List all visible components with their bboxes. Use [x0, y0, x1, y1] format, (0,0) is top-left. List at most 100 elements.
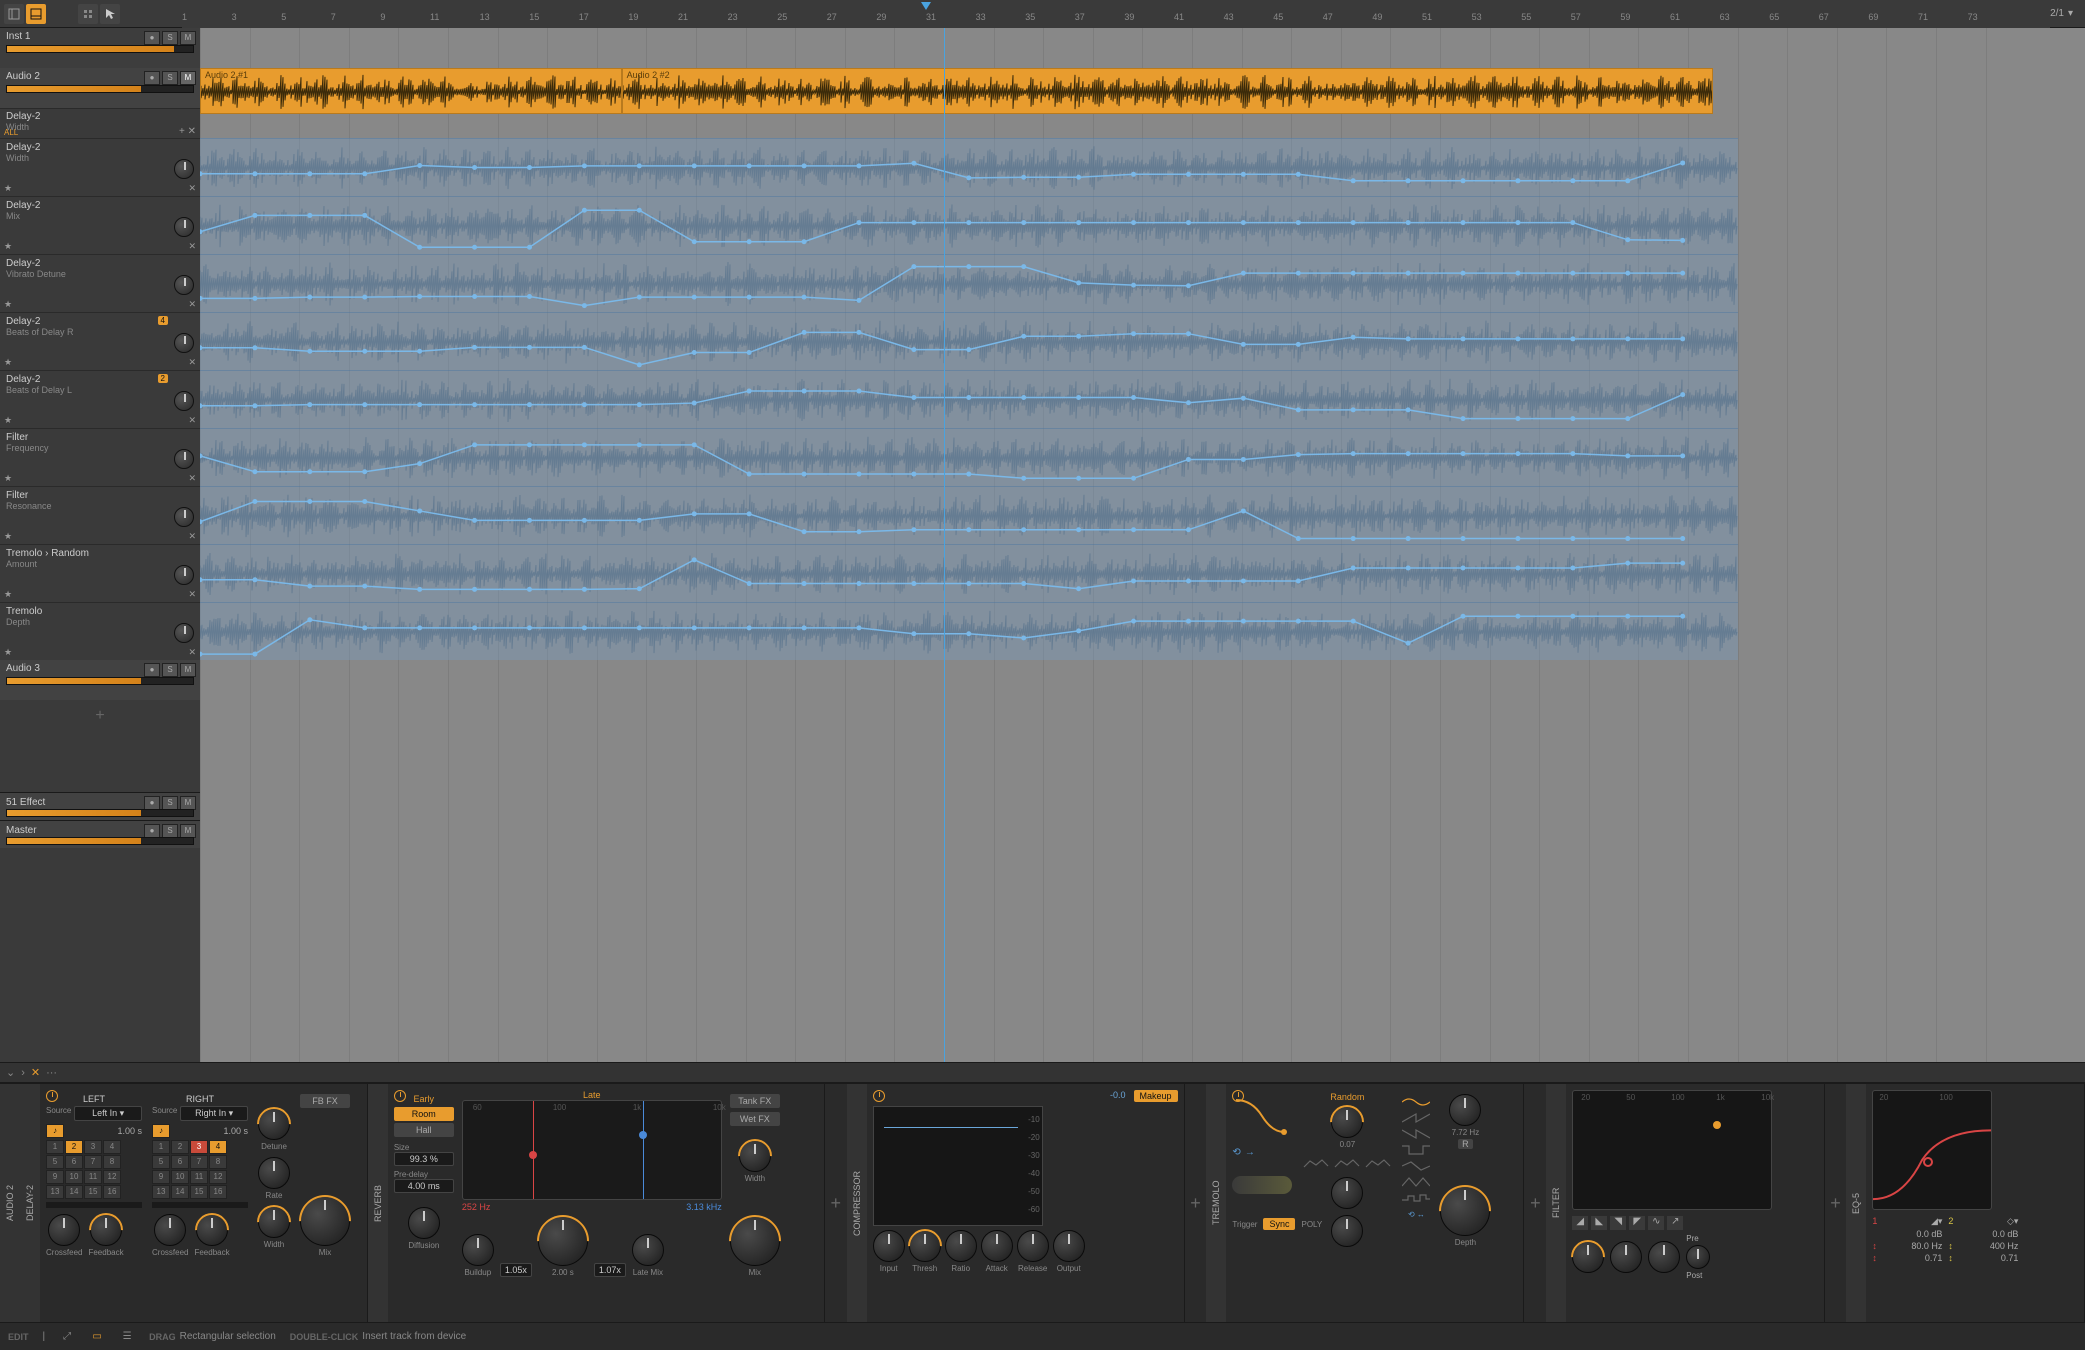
delay-step[interactable]: 2 — [65, 1140, 83, 1154]
delay-mix-knob[interactable] — [300, 1196, 350, 1246]
delay-step[interactable]: 8 — [209, 1155, 227, 1169]
detune-knob[interactable] — [258, 1108, 290, 1140]
reverb-lo-handle[interactable] — [529, 1151, 537, 1159]
delay-step[interactable]: 4 — [209, 1140, 227, 1154]
mute-button[interactable]: M — [180, 71, 196, 85]
automation-lane[interactable] — [200, 254, 1738, 312]
lane-knob[interactable] — [174, 217, 194, 237]
reverb-graph[interactable]: 601001k10k — [462, 1100, 722, 1200]
track-header[interactable]: Audio 2●SM — [0, 68, 200, 108]
track-volume-slider[interactable] — [6, 677, 194, 685]
automation-lane[interactable] — [200, 312, 1738, 370]
delay-step[interactable]: 5 — [152, 1155, 170, 1169]
automation-lane-header[interactable]: Delay-2Vibrato Detune★✕ — [0, 254, 200, 312]
filter-res-knob[interactable] — [1610, 1241, 1642, 1273]
reverb-mix-knob[interactable] — [730, 1216, 780, 1266]
lane-knob[interactable] — [174, 333, 194, 353]
random-mode-icon[interactable] — [1302, 1157, 1330, 1169]
mute-button[interactable]: M — [180, 796, 196, 810]
lane-star-icon[interactable]: ★ — [4, 299, 12, 310]
tremolo-rate-knob[interactable] — [1449, 1094, 1481, 1126]
panel-toggle-1[interactable] — [4, 4, 24, 24]
waveform-select-icon[interactable] — [1402, 1112, 1430, 1124]
filter-graph[interactable]: 20501001k10k — [1572, 1090, 1772, 1210]
lane-star-icon[interactable]: ★ — [4, 183, 12, 194]
delay-step[interactable]: 9 — [46, 1170, 64, 1184]
automation-lane[interactable] — [200, 544, 1738, 602]
delay-step[interactable]: 13 — [152, 1185, 170, 1199]
band1-gain[interactable]: 0.0 dB — [1890, 1229, 1942, 1239]
shape-val[interactable]: 1.07x — [594, 1263, 626, 1277]
lane-knob[interactable] — [174, 623, 194, 643]
sync-button[interactable]: Sync — [1263, 1218, 1295, 1230]
hall-button[interactable]: Hall — [394, 1123, 454, 1137]
band1-num[interactable]: 1 — [1872, 1216, 1884, 1227]
lane-star-icon[interactable]: ★ — [4, 241, 12, 252]
note-icon[interactable]: ♪ — [46, 1124, 64, 1138]
record-arm-button[interactable]: ● — [144, 71, 160, 85]
crossfeed-l-knob[interactable] — [48, 1214, 80, 1246]
fbfx-button[interactable]: FB FX — [300, 1094, 350, 1108]
delay-step[interactable]: 2 — [171, 1140, 189, 1154]
lane-close-icon[interactable]: ✕ — [188, 415, 196, 426]
lane-close-icon[interactable]: ✕ — [188, 473, 196, 484]
filter-type-icon[interactable]: ◢ — [1572, 1216, 1588, 1230]
add-device-slot[interactable]: + — [1825, 1084, 1847, 1322]
track-header[interactable]: Inst 1●SM — [0, 28, 200, 68]
delay-step[interactable]: 6 — [171, 1155, 189, 1169]
filter-type-icon[interactable]: ∿ — [1648, 1216, 1664, 1230]
feedback-l-knob[interactable] — [90, 1214, 122, 1246]
lane-close-icon[interactable]: ✕ — [188, 241, 196, 252]
band1-freq[interactable]: 80.0 Hz — [1890, 1241, 1942, 1251]
wetfx-button[interactable]: Wet FX — [730, 1112, 780, 1126]
delay-step[interactable]: 14 — [171, 1185, 189, 1199]
inspector-close-icon[interactable]: ✕ — [31, 1066, 40, 1079]
automation-lane-header[interactable]: Delay-2Beats of Delay R4★✕ — [0, 312, 200, 370]
power-button[interactable] — [873, 1090, 885, 1102]
automation-lane[interactable] — [200, 196, 1738, 254]
waveform-select-icon[interactable] — [1402, 1096, 1430, 1108]
lane-star-icon[interactable]: ★ — [4, 473, 12, 484]
tremolo-depth-knob[interactable] — [1440, 1186, 1490, 1236]
lane-knob[interactable] — [174, 449, 194, 469]
lane-knob[interactable] — [174, 391, 194, 411]
predelay-value[interactable]: 4.00 ms — [394, 1179, 454, 1193]
delay-step[interactable]: 4 — [103, 1140, 121, 1154]
comp-output-knob[interactable] — [1053, 1230, 1085, 1262]
lane-add-icon[interactable]: + ✕ — [179, 126, 196, 137]
retrigger-button[interactable]: R — [1458, 1139, 1473, 1149]
eq-graph[interactable]: 20100 — [1872, 1090, 1992, 1210]
solo-button[interactable]: S — [162, 796, 178, 810]
comp-input-knob[interactable] — [873, 1230, 905, 1262]
buildup-knob[interactable] — [462, 1234, 494, 1266]
status-fold-icon[interactable]: ⤢ — [59, 1329, 75, 1345]
automation-lane[interactable] — [200, 486, 1738, 544]
delay-time[interactable]: 1.00 s — [66, 1124, 142, 1138]
pointer-tool[interactable] — [100, 4, 120, 24]
zoom-display[interactable]: 2/1 — [2050, 8, 2064, 19]
delay-step[interactable]: 11 — [190, 1170, 208, 1184]
playhead-marker-icon[interactable] — [921, 2, 931, 10]
lane-star-icon[interactable]: ★ — [4, 357, 12, 368]
delay-step[interactable]: 5 — [46, 1155, 64, 1169]
random-amount-knob[interactable] — [1331, 1106, 1363, 1138]
delay-slider[interactable] — [152, 1202, 248, 1208]
track-volume-slider[interactable] — [6, 45, 194, 53]
delay-step[interactable]: 3 — [84, 1140, 102, 1154]
filter-type-icon[interactable]: ◣ — [1591, 1216, 1607, 1230]
record-arm-button[interactable]: ● — [144, 31, 160, 45]
track-volume-slider[interactable] — [6, 837, 194, 845]
track-volume-slider[interactable] — [6, 85, 194, 93]
panel-toggle-2[interactable] — [26, 4, 46, 24]
band2-gain[interactable]: 0.0 dB — [1966, 1229, 2018, 1239]
inspector-expand-icon[interactable]: › — [21, 1067, 25, 1079]
delay-step[interactable]: 3 — [190, 1140, 208, 1154]
add-lane-button[interactable]: + — [0, 700, 200, 732]
band2-q[interactable]: 0.71 — [1966, 1253, 2018, 1263]
delay-step[interactable]: 10 — [65, 1170, 83, 1184]
delay-step[interactable]: 16 — [103, 1185, 121, 1199]
automation-lane[interactable] — [200, 370, 1738, 428]
delay-step[interactable]: 15 — [190, 1185, 208, 1199]
audio-clip[interactable]: Audio 2 #1 — [200, 68, 622, 114]
automation-lane[interactable] — [200, 602, 1738, 660]
